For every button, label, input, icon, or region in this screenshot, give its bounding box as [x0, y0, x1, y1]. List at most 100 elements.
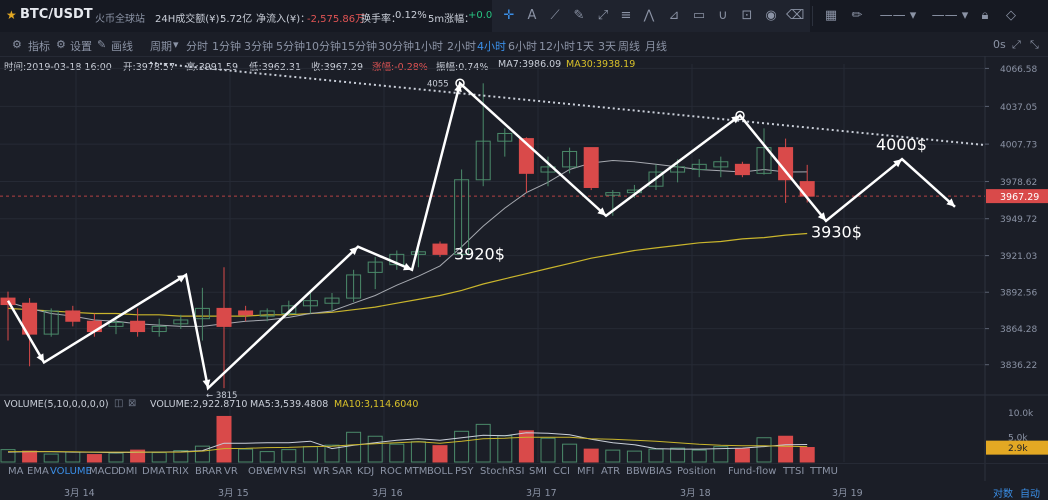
volume-bar — [670, 447, 686, 463]
price-tick-label: 3892.56 — [1000, 289, 1037, 299]
volume-bar — [281, 449, 297, 463]
time-axis — [0, 481, 1048, 500]
indicator-mtm[interactable]: MTM — [404, 466, 427, 477]
volume-bar — [518, 430, 534, 463]
candle-down — [799, 181, 815, 197]
x-label: 3月 18 — [680, 488, 711, 499]
note-3920: 3920$ — [454, 245, 505, 264]
x-label: 3月 14 — [64, 488, 95, 499]
candle-down — [583, 147, 599, 188]
x-label: 3月 17 — [526, 488, 557, 499]
resistance-trendline — [149, 61, 986, 147]
indicator-ema[interactable]: EMA — [27, 466, 49, 477]
ma30-line — [7, 232, 808, 317]
indicator-vr[interactable]: VR — [224, 466, 238, 477]
indicator-mfi[interactable]: MFI — [577, 466, 594, 477]
indicator-emv[interactable]: EMV — [267, 466, 289, 477]
indicator-psy[interactable]: PSY — [455, 466, 474, 477]
log-scale-toggle[interactable]: 对数 — [993, 485, 1013, 500]
indicator-dma[interactable]: DMA — [142, 466, 165, 477]
candle-down — [130, 320, 146, 333]
indicator-dmi[interactable]: DMI — [118, 466, 137, 477]
volume-title: VOLUME(5,10,0,0,0,0) — [4, 399, 109, 410]
volume-tick-label: 2.9k — [1008, 444, 1028, 454]
volume-bar — [410, 441, 426, 463]
indicator-brar[interactable]: BRAR — [195, 466, 222, 477]
volume-bar — [605, 449, 621, 463]
volume-bar — [151, 452, 167, 463]
volume-bar — [367, 435, 383, 463]
volume-bar — [691, 449, 707, 463]
x-label: 3月 19 — [832, 488, 863, 499]
volume-bar — [454, 430, 470, 463]
indicator-fund-flow[interactable]: Fund-flow — [728, 466, 776, 477]
volume-close-icon[interactable]: ⊠ — [128, 398, 136, 409]
volume-bar — [626, 450, 642, 463]
volume-bar — [22, 450, 38, 463]
indicator-roc[interactable]: ROC — [380, 466, 402, 477]
volume-eye-icon[interactable]: ◫ — [114, 398, 123, 409]
candlestick-chart[interactable]: 4066.58 4037.05 4007.73 3978.62 3949.72 3921.… — [0, 0, 1048, 500]
volume-bar — [346, 431, 362, 463]
indicator-smi[interactable]: SMI — [529, 466, 547, 477]
volume-bar — [389, 443, 405, 463]
auto-scale-toggle[interactable]: 自动 — [1020, 485, 1040, 500]
price-tick-label: 4066.58 — [1000, 65, 1037, 75]
volume-bar — [302, 446, 318, 463]
volume-bar — [86, 454, 102, 463]
price-tick-label: 3921.03 — [1000, 252, 1037, 262]
price-tick-label: 3978.62 — [1000, 178, 1037, 188]
indicator-ma[interactable]: MA — [8, 466, 23, 477]
price-tick-label: 3836.22 — [1000, 361, 1037, 371]
current-price-label: 3967.29 — [1000, 192, 1039, 203]
volume-tick-label: 10.0k — [1008, 409, 1034, 419]
volume-ma5: MA5:3,539.4808 — [250, 399, 329, 410]
indicator-volume[interactable]: VOLUME — [50, 466, 92, 477]
indicator-bbw[interactable]: BBW — [626, 466, 649, 477]
indicator-boll[interactable]: BOLL — [427, 466, 453, 477]
volume-bar — [497, 435, 513, 463]
price-tick-label: 4007.73 — [1000, 141, 1037, 151]
volume-bar — [238, 448, 254, 463]
volume-value: VOLUME:2,922.8710 — [150, 399, 248, 410]
price-tick-label: 3949.72 — [1000, 215, 1037, 225]
indicator-kdj[interactable]: KDJ — [357, 466, 374, 477]
indicator-trix[interactable]: TRIX — [166, 466, 189, 477]
candle-down — [65, 310, 81, 322]
indicator-sar[interactable]: SAR — [332, 466, 352, 477]
peak-label: 4055 — [427, 79, 449, 89]
indicator-ttsi[interactable]: TTSI — [783, 466, 804, 477]
indicator-wr[interactable]: WR — [313, 466, 330, 477]
indicator-macd[interactable]: MACD — [89, 466, 119, 477]
indicator-position[interactable]: Position — [677, 466, 716, 477]
volume-bar — [432, 445, 448, 463]
x-label: 3月 15 — [218, 488, 249, 499]
price-tick-label: 4037.05 — [1000, 103, 1037, 113]
volume-bar — [778, 435, 794, 463]
volume-bar — [562, 443, 578, 463]
volume-bar — [259, 451, 275, 463]
candle-down — [216, 307, 232, 327]
candle-down — [432, 243, 448, 255]
indicator-stochrsi[interactable]: StochRSI — [480, 466, 524, 477]
indicator-bias[interactable]: BIAS — [649, 466, 672, 477]
volume-ma10: MA10:3,114.6040 — [334, 399, 419, 410]
volume-bar — [216, 415, 232, 463]
indicator-cci[interactable]: CCI — [553, 466, 570, 477]
volume-bar — [108, 452, 124, 463]
indicator-ttmu[interactable]: TTMU — [810, 466, 838, 477]
indicator-atr[interactable]: ATR — [601, 466, 620, 477]
price-tick-label: 3864.28 — [1000, 325, 1037, 335]
note-4000: 4000$ — [876, 135, 927, 154]
volume-bar — [734, 448, 750, 463]
volume-bar — [799, 447, 815, 463]
candle-down — [238, 310, 254, 316]
note-3930: 3930$ — [811, 223, 862, 242]
indicator-rsi[interactable]: RSI — [290, 466, 306, 477]
x-label: 3月 16 — [372, 488, 403, 499]
volume-bar — [65, 451, 81, 463]
candle-down — [734, 163, 750, 176]
volume-bar — [583, 448, 599, 463]
volume-bar — [756, 437, 772, 463]
volume-bar — [648, 448, 664, 463]
